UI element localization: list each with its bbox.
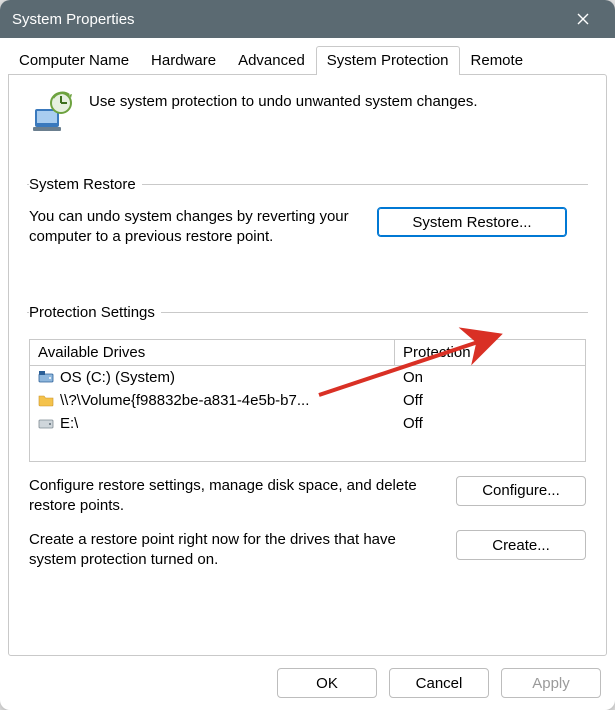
- tab-panel-system-protection: Use system protection to undo unwanted s…: [8, 74, 607, 656]
- tab-advanced[interactable]: Advanced: [227, 46, 316, 75]
- client-area: Computer Name Hardware Advanced System P…: [0, 38, 615, 710]
- system-restore-legend: System Restore: [29, 176, 142, 193]
- drive-name: \\?\Volume{f98832be-a831-4e5b-b7...: [60, 392, 309, 409]
- drives-header: Available Drives Protection: [30, 340, 585, 366]
- drive-name: OS (C:) (System): [60, 369, 175, 386]
- drive-protection: Off: [395, 389, 585, 412]
- tab-remote[interactable]: Remote: [460, 46, 535, 75]
- tab-system-protection[interactable]: System Protection: [316, 46, 460, 75]
- table-row[interactable]: \\?\Volume{f98832be-a831-4e5b-b7... Off: [30, 389, 585, 412]
- titlebar: System Properties: [0, 0, 615, 38]
- dialog-footer: OK Cancel Apply: [8, 656, 607, 702]
- intro-row: Use system protection to undo unwanted s…: [27, 89, 588, 140]
- folder-icon: [38, 392, 54, 408]
- tab-computer-name[interactable]: Computer Name: [8, 46, 140, 75]
- tabstrip: Computer Name Hardware Advanced System P…: [8, 44, 607, 74]
- drive-name: E:\: [60, 415, 78, 432]
- drive-protection: On: [395, 366, 585, 389]
- col-header-drives[interactable]: Available Drives: [30, 340, 395, 365]
- protection-settings-legend: Protection Settings: [29, 304, 161, 321]
- window-title: System Properties: [12, 11, 563, 28]
- ok-button[interactable]: OK: [277, 668, 377, 698]
- table-row[interactable]: E:\ Off: [30, 412, 585, 435]
- system-restore-text: You can undo system changes by reverting…: [29, 207, 359, 248]
- system-restore-group: System Restore You can undo system chang…: [27, 176, 588, 248]
- disk-os-icon: [38, 369, 54, 385]
- configure-text: Configure restore settings, manage disk …: [29, 476, 438, 517]
- apply-button[interactable]: Apply: [501, 668, 601, 698]
- intro-text: Use system protection to undo unwanted s…: [89, 89, 478, 110]
- disk-local-icon: [38, 415, 54, 431]
- close-icon: [576, 12, 590, 26]
- tab-hardware[interactable]: Hardware: [140, 46, 227, 75]
- system-properties-window: System Properties Computer Name Hardware…: [0, 0, 615, 710]
- col-header-protection[interactable]: Protection: [395, 340, 585, 365]
- system-protection-icon: [27, 89, 75, 140]
- configure-button[interactable]: Configure...: [456, 476, 586, 506]
- protection-settings-group: Protection Settings Available Drives Pro…: [27, 304, 588, 571]
- cancel-button[interactable]: Cancel: [389, 668, 489, 698]
- close-button[interactable]: [563, 0, 603, 38]
- system-restore-button[interactable]: System Restore...: [377, 207, 567, 237]
- drive-protection: Off: [395, 412, 585, 435]
- create-button[interactable]: Create...: [456, 530, 586, 560]
- drives-table: Available Drives Protection OS: [29, 339, 586, 462]
- create-text: Create a restore point right now for the…: [29, 530, 438, 571]
- table-row[interactable]: OS (C:) (System) On: [30, 366, 585, 389]
